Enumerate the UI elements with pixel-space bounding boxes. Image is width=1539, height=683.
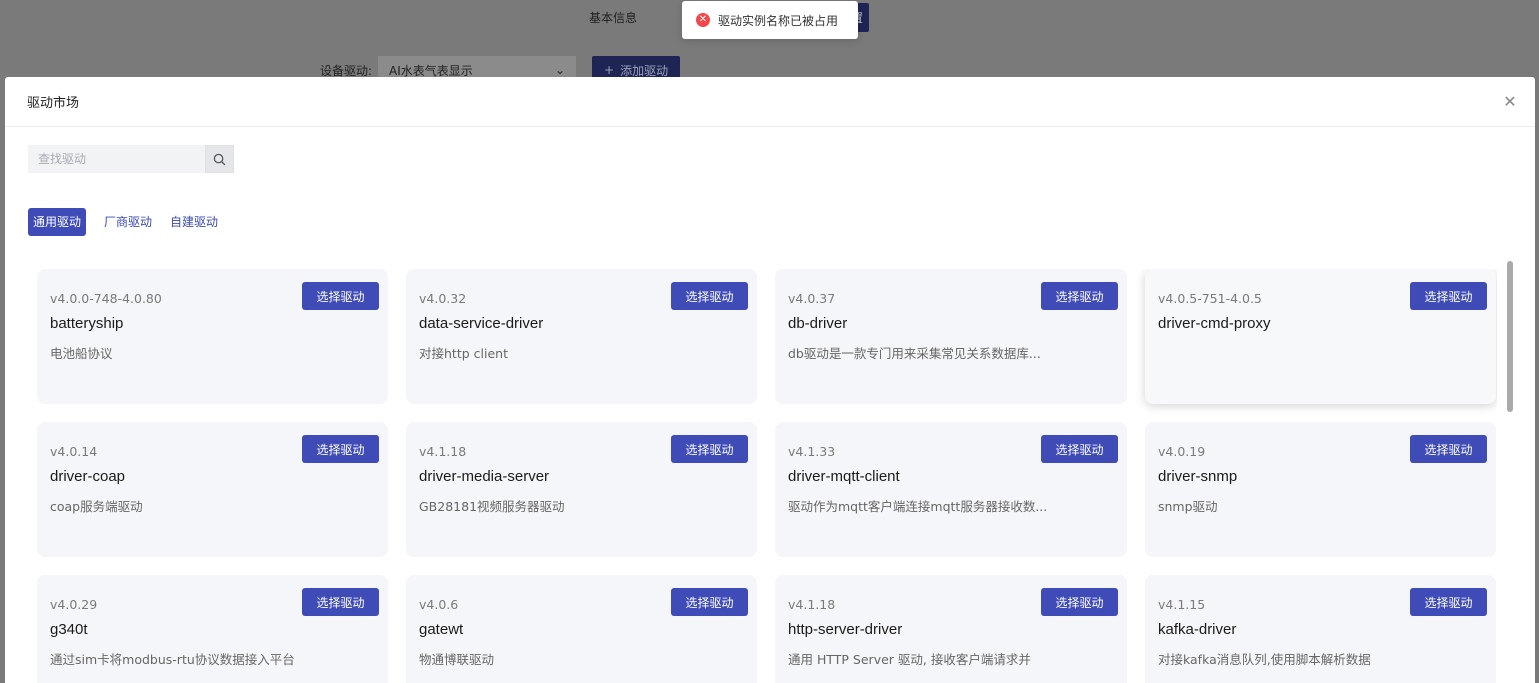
- driver-description: 驱动作为mqtt客户端连接mqtt服务器接收数...: [788, 499, 1048, 514]
- select-driver-button[interactable]: 选择驱动: [1041, 588, 1118, 616]
- tab-generic-drivers[interactable]: 通用驱动: [28, 208, 87, 236]
- select-driver-button[interactable]: 选择驱动: [1410, 282, 1487, 310]
- search-box: [28, 145, 234, 173]
- driver-description: GB28181视频服务器驱动: [419, 499, 565, 514]
- driver-card[interactable]: v4.0.29 g340t 通过sim卡将modbus-rtu协议数据接入平台 选择驱…: [37, 575, 388, 683]
- modal-title: 驱动市场: [27, 96, 80, 111]
- driver-card[interactable]: v4.0.14 driver-coap coap服务端驱动 选择驱动: [37, 422, 388, 557]
- driver-card[interactable]: v4.0.6 gatewt 物通博联驱动 选择驱动: [406, 575, 757, 683]
- driver-name: g340t: [50, 621, 88, 638]
- driver-card[interactable]: v4.0.5-751-4.0.5 driver-cmd-proxy 选择驱动: [1145, 269, 1496, 404]
- driver-card[interactable]: v4.1.18 http-server-driver 通用 HTTP Server …: [775, 575, 1127, 683]
- driver-card-grid: v4.0.0-748-4.0.80 batteryship 电池船协议 选择驱动 v4.…: [37, 269, 1497, 683]
- select-driver-button[interactable]: 选择驱动: [302, 435, 379, 463]
- bg-driver-value: AI水表气表显示: [389, 63, 473, 78]
- driver-name: data-service-driver: [419, 315, 544, 332]
- driver-card[interactable]: v4.1.15 kafka-driver 对接kafka消息队列,使用脚本解析数据选…: [1145, 575, 1496, 683]
- select-driver-button[interactable]: 选择驱动: [671, 282, 748, 310]
- select-driver-button[interactable]: 选择驱动: [1041, 282, 1118, 310]
- tab-custom-drivers[interactable]: 自建驱动: [161, 208, 227, 236]
- driver-name: driver-coap: [50, 468, 126, 485]
- driver-name: gatewt: [419, 621, 464, 638]
- driver-name: http-server-driver: [788, 621, 903, 638]
- plus-icon: +: [604, 63, 615, 77]
- driver-description: db驱动是一款专门用来采集常见关系数据库...: [788, 346, 1041, 361]
- driver-description: coap服务端驱动: [50, 499, 143, 514]
- error-toast: ✕ 驱动实例名称已被占用: [682, 1, 858, 39]
- driver-card-list: v4.0.0-748-4.0.80 batteryship 电池船协议 选择驱动 v4.…: [37, 269, 1497, 683]
- driver-card[interactable]: v4.0.32 data-service-driver 对接http client 选…: [406, 269, 757, 404]
- select-driver-button[interactable]: 选择驱动: [1041, 435, 1118, 463]
- driver-description: 物通博联驱动: [419, 652, 495, 667]
- driver-description: 通用 HTTP Server 驱动, 接收客户端请求并: [788, 652, 1031, 667]
- error-icon: ✕: [696, 13, 710, 27]
- select-driver-button[interactable]: 选择驱动: [671, 435, 748, 463]
- toast-message: 驱动实例名称已被占用: [718, 13, 839, 28]
- driver-card[interactable]: v4.0.0-748-4.0.80 batteryship 电池船协议 选择驱动: [37, 269, 388, 404]
- bg-tab-basic: 基本信息: [589, 10, 638, 25]
- driver-description: 对接kafka消息队列,使用脚本解析数据: [1158, 652, 1371, 667]
- search-icon: [213, 153, 226, 165]
- driver-name: db-driver: [788, 315, 848, 332]
- select-driver-button[interactable]: 选择驱动: [302, 282, 379, 310]
- driver-description: 通过sim卡将modbus-rtu协议数据接入平台: [50, 652, 295, 667]
- driver-card[interactable]: v4.0.37 db-driver db驱动是一款专门用来采集常见关系数据库... 选…: [775, 269, 1127, 404]
- modal-header: 驱动市场 ✕: [5, 77, 1535, 127]
- select-driver-button[interactable]: 选择驱动: [302, 588, 379, 616]
- chevron-down-icon: ⌄: [554, 63, 566, 77]
- select-driver-button[interactable]: 选择驱动: [671, 588, 748, 616]
- driver-description: snmp驱动: [1158, 499, 1218, 514]
- driver-name: kafka-driver: [1158, 621, 1237, 638]
- driver-category-tabs: 通用驱动 厂商驱动 自建驱动: [28, 208, 227, 236]
- driver-card[interactable]: v4.0.19 driver-snmp snmp驱动 选择驱动: [1145, 422, 1496, 557]
- driver-name: driver-media-server: [419, 468, 550, 485]
- driver-card[interactable]: v4.1.33 driver-mqtt-client 驱动作为mqtt客户端连接mq…: [775, 422, 1127, 557]
- driver-name: batteryship: [50, 315, 124, 332]
- bg-driver-label: 设备驱动:: [320, 63, 373, 78]
- driver-market-modal: 驱动市场 ✕ 通用驱动 厂商驱动 自建驱动 v4.0.0-748-4.0.80b…: [5, 77, 1535, 683]
- driver-description: 对接http client: [419, 346, 508, 361]
- driver-name: driver-snmp: [1158, 468, 1238, 485]
- scrollbar[interactable]: [1507, 261, 1513, 412]
- bg-add-driver-label: 添加驱动: [620, 63, 669, 78]
- driver-name: driver-cmd-proxy: [1158, 315, 1271, 332]
- select-driver-button[interactable]: 选择驱动: [1410, 588, 1487, 616]
- close-icon[interactable]: ✕: [1501, 92, 1519, 111]
- driver-card[interactable]: v4.1.18 driver-media-server GB28181视频服务器驱动…: [406, 422, 757, 557]
- tab-vendor-drivers[interactable]: 厂商驱动: [95, 208, 161, 236]
- search-input[interactable]: [28, 145, 205, 173]
- select-driver-button[interactable]: 选择驱动: [1410, 435, 1487, 463]
- search-button[interactable]: [205, 145, 234, 173]
- driver-name: driver-mqtt-client: [788, 468, 900, 485]
- driver-description: 电池船协议: [50, 346, 113, 361]
